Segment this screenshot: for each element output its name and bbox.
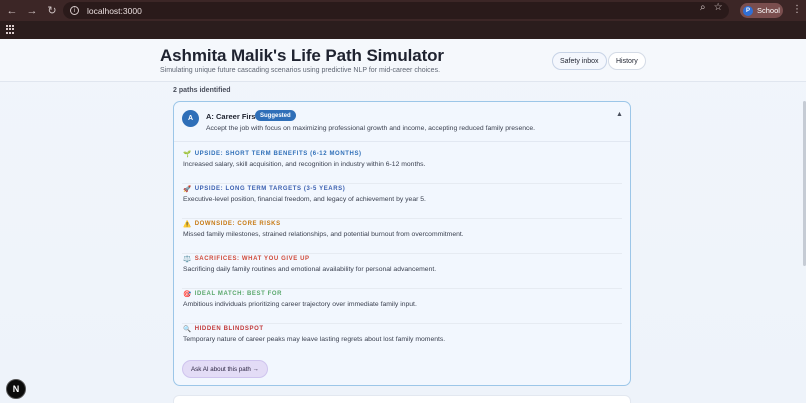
section-heading: 🔍 HIDDEN BLINDSPOT (183, 326, 264, 333)
section-sacrifices: ⚖️ SACRIFICES: WHAT YOU GIVE UP Sacrific… (182, 255, 622, 289)
section-heading: 🚀 UPSIDE: LONG TERM TARGETS (3-5 YEARS) (183, 186, 346, 193)
path-card-header[interactable]: A A: Career First Suggested Accept the j… (174, 102, 630, 142)
profile-avatar: P (743, 5, 753, 16)
nextjs-dev-indicator-icon[interactable]: N (6, 379, 26, 399)
suggested-badge: Suggested (255, 110, 296, 121)
section-body: Ambitious individuals prioritizing caree… (183, 301, 417, 308)
section-heading: ⚖️ SACRIFICES: WHAT YOU GIVE UP (183, 256, 310, 263)
profile-label: School (757, 6, 780, 15)
address-bar[interactable]: i localhost:3000 (63, 2, 729, 19)
target-icon: 🎯 (183, 291, 192, 298)
page-header: Ashmita Malik's Life Path Simulator Simu… (0, 39, 806, 82)
section-body: Temporary nature of career peaks may lea… (183, 336, 446, 343)
profile-chip[interactable]: P School (740, 3, 783, 18)
page: Ashmita Malik's Life Path Simulator Simu… (0, 39, 806, 403)
sprout-icon: 🌱 (183, 151, 192, 158)
rocket-icon: 🚀 (183, 186, 192, 193)
next-path-card[interactable] (173, 395, 631, 403)
section-heading: ⚠️ DOWNSIDE: CORE RISKS (183, 221, 281, 228)
section-hidden-blindspot: 🔍 HIDDEN BLINDSPOT Temporary nature of c… (182, 325, 622, 359)
page-title: Ashmita Malik's Life Path Simulator (160, 46, 444, 65)
safety-inbox-button[interactable]: Safety inbox (552, 52, 607, 70)
url-text: localhost:3000 (87, 5, 142, 16)
site-info-icon[interactable]: i (70, 6, 79, 15)
ask-ai-button[interactable]: Ask AI about this path → (182, 360, 268, 378)
section-body: Executive-level position, financial free… (183, 196, 426, 203)
section-body: Missed family milestones, strained relat… (183, 231, 464, 238)
warning-icon: ⚠️ (183, 221, 192, 228)
path-card: A A: Career First Suggested Accept the j… (173, 101, 631, 386)
apps-grid-icon[interactable] (6, 25, 15, 34)
bookmarks-bar (0, 21, 806, 39)
bookmark-star-icon[interactable]: ☆ (714, 2, 723, 13)
section-heading: 🌱 UPSIDE: SHORT TERM BENEFITS (6-12 MONT… (183, 151, 362, 158)
collapse-chevron-icon[interactable]: ▲ (616, 111, 623, 118)
path-description: Accept the job with focus on maximizing … (206, 125, 536, 132)
section-body: Increased salary, skill acquisition, and… (183, 161, 426, 168)
section-ideal-match: 🎯 IDEAL MATCH: BEST FOR Ambitious indivi… (182, 290, 622, 324)
path-avatar: A (182, 110, 199, 127)
section-long-term: 🚀 UPSIDE: LONG TERM TARGETS (3-5 YEARS) … (182, 185, 622, 219)
paths-count: 2 paths identified (173, 87, 231, 94)
scales-icon: ⚖️ (183, 256, 192, 263)
section-short-term: 🌱 UPSIDE: SHORT TERM BENEFITS (6-12 MONT… (182, 150, 622, 184)
section-core-risks: ⚠️ DOWNSIDE: CORE RISKS Missed family mi… (182, 220, 622, 254)
reload-icon[interactable]: ↻ (44, 3, 60, 19)
section-heading: 🎯 IDEAL MATCH: BEST FOR (183, 291, 283, 298)
browser-menu-icon[interactable]: ⋮ (792, 4, 802, 15)
path-title: A: Career First (206, 112, 259, 121)
forward-icon[interactable]: → (24, 3, 40, 19)
magnifier-icon: 🔍 (183, 326, 192, 333)
page-subtitle: Simulating unique future cascading scena… (160, 67, 441, 74)
history-button[interactable]: History (608, 52, 646, 70)
back-icon[interactable]: ← (4, 3, 20, 19)
section-body: Sacrificing daily family routines and em… (183, 266, 437, 273)
zoom-icon[interactable]: ⌕ (700, 2, 706, 13)
